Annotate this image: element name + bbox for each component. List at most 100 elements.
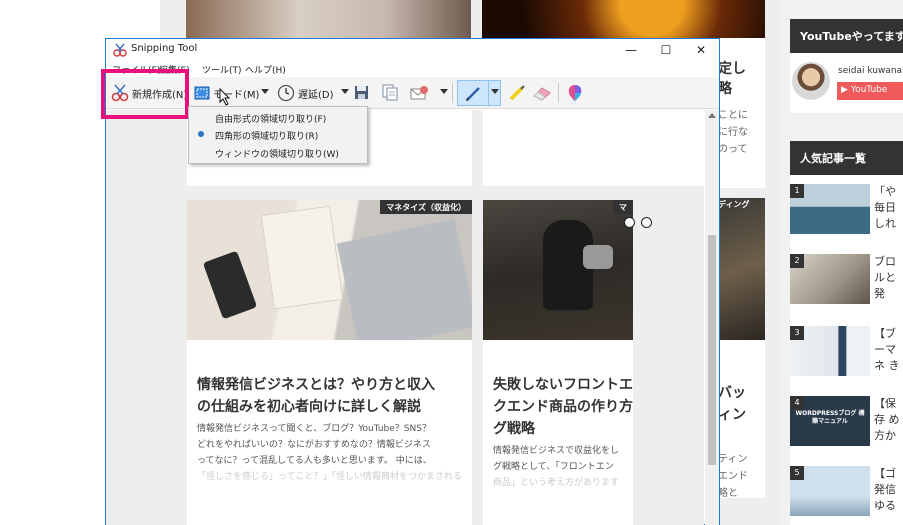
scroll-thumb[interactable] <box>708 235 716 465</box>
article-1-excerpt-line3: ってなに？って混乱してる人も多いと思います。 中には、 <box>197 456 432 466</box>
popular-text-3: 【ブ ーマネ き出す <box>874 327 900 376</box>
menu-bar: ファイル(F) 編集(E) ツール(T) ヘルプ(H) <box>106 61 719 77</box>
mode-option-rectangle[interactable]: 四角形の領域切り取り(R) <box>215 129 318 142</box>
minimize-button[interactable]: — <box>614 39 648 61</box>
popular-item-2[interactable]: 2 ブロ ルと発 <box>790 254 903 312</box>
peek-text-4: に行な <box>718 127 748 138</box>
article-2-title[interactable]: 失敗しないフロントエ クエンド商品の作り方 グ戦略 <box>493 374 633 440</box>
article-card-1[interactable]: マネタイズ（収益化） 情報発信ビジネスとは？やり方と収入 の仕組みを初心者向けに… <box>187 200 472 525</box>
article-1-photo <box>187 200 472 340</box>
selection-handle-right[interactable] <box>641 217 652 228</box>
article-2-tag: マ <box>613 200 633 214</box>
popular-rank-3: 3 <box>790 326 804 340</box>
peek-lower-4: エンド <box>718 471 748 482</box>
highlighter-icon[interactable] <box>508 84 526 102</box>
popular-item-5[interactable]: 5 【ゴ 発信 ゆる <box>790 466 903 524</box>
phone-shape <box>202 250 258 320</box>
pen-split-divider <box>488 80 489 106</box>
background-card-right-photo <box>720 198 765 340</box>
article-1-title-line2: の仕組みを初心者向けに詳しく解説 <box>197 399 421 415</box>
mode-option-window[interactable]: ウィンドウの領域切り取り(W) <box>215 147 339 160</box>
popular-heading: 人気記事一覧 <box>790 141 903 175</box>
menu-help[interactable]: ヘルプ(H) <box>245 63 286 76</box>
peek-text-1: 定し <box>718 61 746 77</box>
article-1-title[interactable]: 情報発信ビジネスとは？やり方と収入 の仕組みを初心者向けに詳しく解説 <box>197 374 435 418</box>
article-2-excerpt-line3: 商品」という考え方があります <box>493 478 620 488</box>
article-2-excerpt: 情報発信ビジネスで収益化をし グ戦略として、「フロントエン 商品」という考え方が… <box>493 443 619 491</box>
popular-item-4[interactable]: WORDPRESSブログ 構築マニュアル 4 【保存 め方か ュアル <box>790 396 903 454</box>
background-top-photo-right <box>482 0 765 38</box>
scroll-up-arrow[interactable] <box>708 113 716 118</box>
copy-icon[interactable] <box>382 84 398 101</box>
popular-thumb-4-caption: WORDPRESSブログ 構築マニュアル <box>795 410 865 425</box>
article-2-title-line2: クエンド商品の作り方 <box>493 399 633 415</box>
eraser-icon[interactable] <box>532 85 552 101</box>
article-1-excerpt-line4: 「怪しさを感じる」ってこと？」「怪しい情報商材をつかまされる <box>197 472 463 482</box>
popular-item-1[interactable]: 1 「や 毎日 しれか <box>790 184 903 242</box>
toolbar-separator-2 <box>558 83 559 103</box>
mode-dropdown-arrow[interactable] <box>261 89 269 94</box>
popular-rank-2: 2 <box>790 254 804 268</box>
article-1-excerpt-line1: 情報発信ビジネスって聞くと、ブログ？YouTube？SNS？ <box>197 424 431 434</box>
article-card-2[interactable]: マ 失敗しないフロントエ クエンド商品の作り方 グ戦略 情報発信ビジネスで収益化… <box>483 200 633 525</box>
kettle-shape <box>583 245 613 269</box>
popular-item-3[interactable]: 3 【ブ ーマネ き出す <box>790 326 903 384</box>
article-1-title-line1: 情報発信ビジネスとは？やり方と収入 <box>197 377 435 393</box>
close-button[interactable]: ✕ <box>684 39 718 61</box>
article-2-excerpt-line1: 情報発信ビジネスで収益化をし <box>493 446 620 456</box>
peek-tag: ディング <box>718 200 750 209</box>
avatar <box>792 62 830 100</box>
article-2-excerpt-line2: グ戦略として、「フロントエン <box>493 462 614 472</box>
send-email-icon[interactable] <box>410 85 430 101</box>
menu-tools[interactable]: ツール(T) <box>202 63 242 76</box>
article-2-photo <box>483 200 633 340</box>
clipboard-shape <box>260 205 344 310</box>
pen-icon <box>466 87 480 101</box>
background-top-photo-left <box>186 0 471 38</box>
youtube-heading: YouTubeやってます <box>790 19 903 53</box>
youtube-button[interactable]: ▶ YouTube <box>837 82 903 100</box>
highlight-new-button <box>101 69 189 119</box>
article-1-tag: マネタイズ（収益化） <box>380 200 472 214</box>
toolbar-separator-1 <box>452 83 453 103</box>
selection-handle-left[interactable] <box>624 217 635 228</box>
title-bar[interactable]: Snipping Tool — ☐ ✕ <box>106 39 719 61</box>
popular-rank-5: 5 <box>790 466 804 480</box>
article-1-excerpt: 情報発信ビジネスって聞くと、ブログ？YouTube？SNS？ どれをやればいいの… <box>197 421 462 485</box>
vertical-scrollbar[interactable] <box>705 110 719 525</box>
send-dropdown-arrow[interactable] <box>440 89 448 94</box>
rectangle-mode-icon <box>194 86 210 100</box>
peek-lower-5: 略と <box>718 488 738 499</box>
save-icon[interactable] <box>354 85 369 100</box>
channel-name: seidai kuwana <box>838 66 903 76</box>
peek-lower-1: バッ <box>718 385 746 401</box>
toolbar: 新規作成(N) モード(M) 遅延(D) <box>106 77 719 109</box>
peek-lower-2: ィン <box>718 407 746 423</box>
mouse-cursor-icon <box>219 88 231 106</box>
article-card-top-right <box>483 110 704 186</box>
snip-preview-area: マネタイズ（収益化） 情報発信ビジネスとは？やり方と収入 の仕組みを初心者向けに… <box>106 110 704 525</box>
peek-text-3: ことに <box>718 110 748 121</box>
popular-text-5: 【ゴ 発信 ゆる <box>874 467 896 512</box>
clock-icon <box>277 84 295 102</box>
popular-text-2: ブロ ルと発 <box>874 255 896 300</box>
maximize-button[interactable]: ☐ <box>649 39 683 61</box>
laptop-shape <box>336 218 472 340</box>
article-2-title-line1: 失敗しないフロントエ <box>493 377 633 393</box>
youtube-button-label: YouTube <box>850 85 888 95</box>
mode-dropdown-menu: 自由形式の領域切り取り(F) 四角形の領域切り取り(R) ウィンドウの領域切り取… <box>188 106 368 164</box>
popular-text-1: 「や 毎日 しれか <box>874 185 896 234</box>
pen-dropdown-arrow[interactable] <box>491 89 499 94</box>
peek-text-5: のって <box>718 144 748 155</box>
peek-lower-3: ティン <box>718 454 748 465</box>
window-title: Snipping Tool <box>131 43 198 54</box>
delay-dropdown-arrow[interactable] <box>341 89 349 94</box>
mode-option-freeform[interactable]: 自由形式の領域切り取り(F) <box>215 112 326 125</box>
snipping-tool-icon <box>113 43 127 57</box>
peek-text-2: 略 <box>718 81 732 97</box>
delay-button[interactable]: 遅延(D) <box>277 82 334 104</box>
article-2-title-line3: グ戦略 <box>493 421 535 437</box>
article-1-excerpt-line2: どれをやればいいの？なにがおすすめなの？情報ビジネス <box>197 440 431 450</box>
paint3d-icon[interactable] <box>567 84 583 102</box>
popular-rank-1: 1 <box>790 184 804 198</box>
